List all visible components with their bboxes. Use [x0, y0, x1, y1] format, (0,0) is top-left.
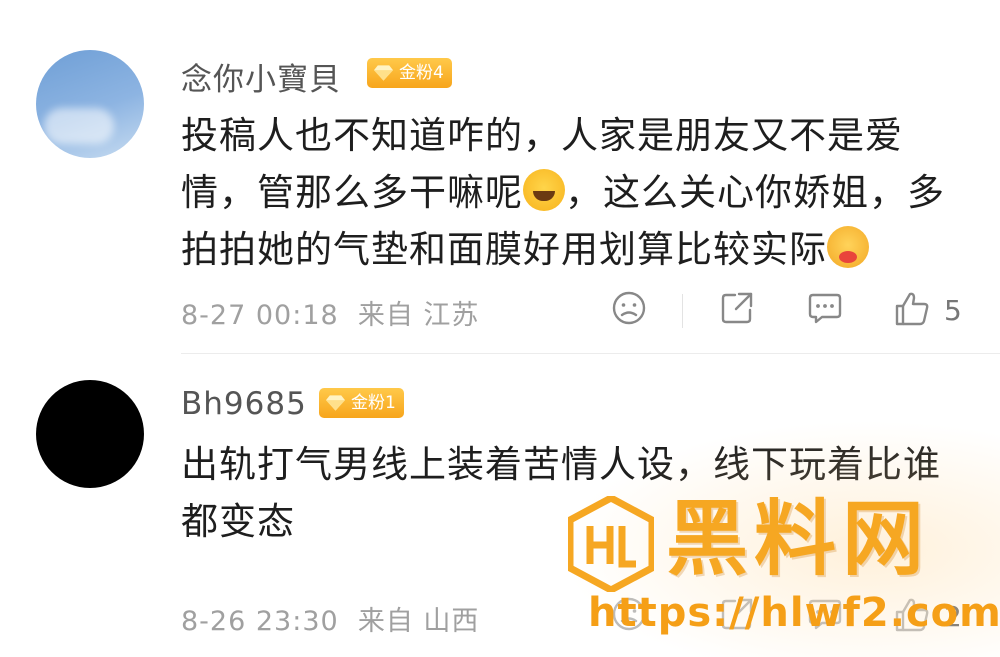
greedy-emoji — [827, 226, 869, 268]
thumbs-up-icon — [895, 292, 929, 326]
gem-icon — [326, 395, 345, 411]
like-count: 5 — [944, 294, 962, 327]
watermark-url: https://hlwf2.com — [588, 590, 1000, 636]
fan-badge[interactable]: 金粉1 — [319, 388, 404, 418]
watermark-logo-icon — [568, 496, 654, 592]
action-separator — [682, 294, 683, 328]
location: 来自 江苏 — [357, 300, 480, 331]
avatar[interactable] — [36, 380, 144, 488]
share-button[interactable] — [719, 290, 755, 326]
timestamp: 8-26 23:30 — [181, 606, 339, 637]
laughing-crying-emoji — [523, 169, 565, 211]
dislike-button[interactable] — [611, 290, 647, 326]
comment-meta: 8-27 00:18 来自 江苏 — [181, 293, 479, 332]
reply-button[interactable] — [807, 290, 843, 326]
watermark-title: 黑料网 — [666, 492, 931, 587]
cloud-decoration — [44, 108, 114, 144]
watermark: 黑料网 https://hlwf2.com — [568, 492, 1000, 646]
username[interactable]: Bh9685 — [181, 386, 307, 422]
gem-icon — [374, 65, 393, 81]
badge-label: 金粉4 — [399, 63, 444, 83]
comment-divider — [181, 353, 1000, 354]
badge-label: 金粉1 — [351, 393, 396, 413]
sad-face-icon — [612, 291, 646, 325]
comment-text: 投稿人也不知道咋的，人家是朋友又不是爱情，管那么多干嘛呢 ，这么关心你娇姐，多拍拍… — [181, 107, 971, 278]
share-icon — [721, 292, 753, 324]
timestamp: 8-27 00:18 — [181, 300, 339, 331]
avatar[interactable] — [36, 50, 144, 158]
username[interactable]: 念你小寶貝 — [181, 54, 341, 99]
like-button[interactable] — [893, 290, 931, 328]
comment-item: 念你小寶貝 金粉4 投稿人也不知道咋的，人家是朋友又不是爱情，管那么多干嘛呢 ，这… — [0, 0, 1000, 356]
fan-badge[interactable]: 金粉4 — [367, 58, 452, 88]
comment-bubble-icon — [808, 293, 842, 324]
location: 来自 山西 — [357, 606, 480, 637]
comment-meta: 8-26 23:30 来自 山西 — [181, 599, 479, 638]
